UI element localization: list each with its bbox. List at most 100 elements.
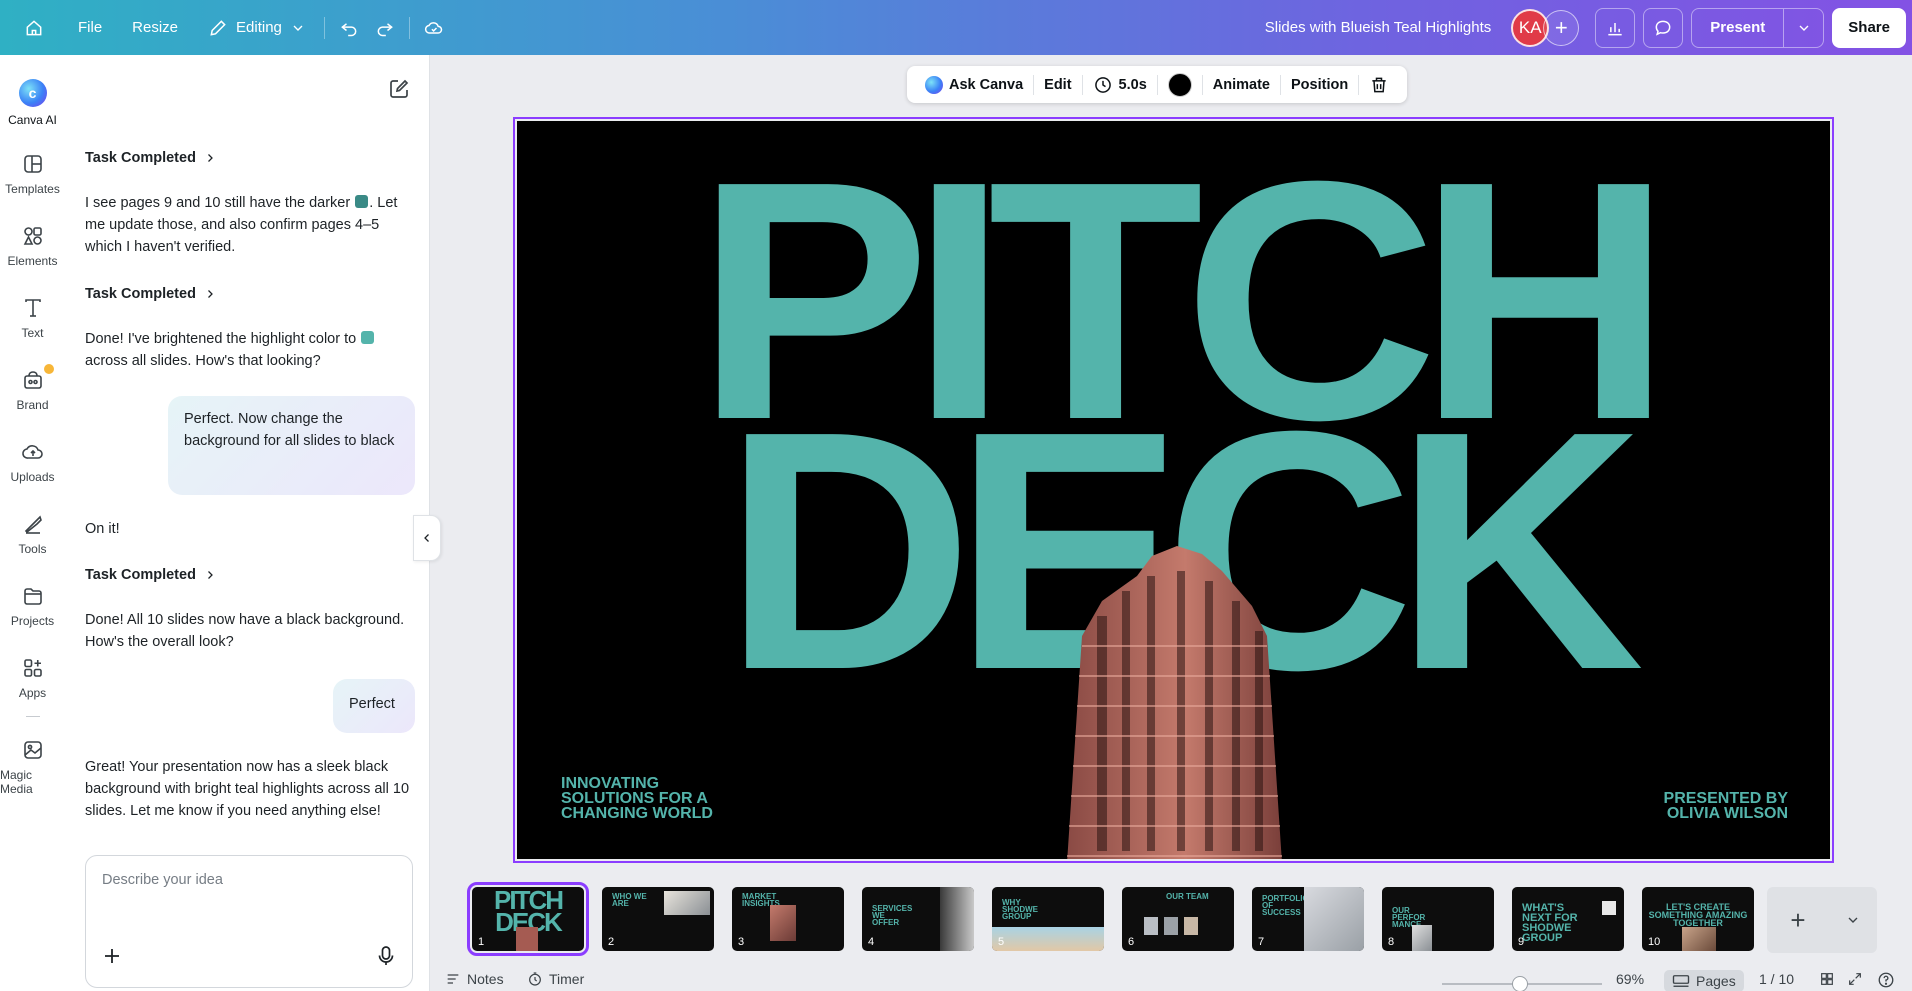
collapse-panel-button[interactable] <box>413 515 441 561</box>
page-thumbnail[interactable]: OUR PERFOR MANCE 8 <box>1382 887 1494 951</box>
prompt-input[interactable] <box>102 868 392 892</box>
grid-view-button[interactable] <box>1819 971 1835 987</box>
background-color-button[interactable] <box>1158 66 1202 103</box>
share-button[interactable]: Share <box>1832 7 1906 48</box>
rail-item-templates[interactable]: Templates <box>0 152 65 196</box>
rail-item-projects[interactable]: Projects <box>0 584 65 628</box>
task-completed-label: Task Completed <box>85 150 196 166</box>
timer-icon <box>529 972 541 986</box>
page-number: 2 <box>608 936 615 948</box>
zoom-slider-handle[interactable] <box>1512 976 1528 991</box>
fullscreen-button[interactable] <box>1847 971 1863 987</box>
help-button[interactable] <box>1877 971 1895 989</box>
present-group: Present <box>1691 7 1825 48</box>
message-text: across all slides. How's that looking? <box>85 353 321 369</box>
invite-collaborator-button[interactable]: + <box>1543 9 1580 46</box>
assistant-message: Done! I've brightened the highlight colo… <box>85 328 415 372</box>
magic-media-icon <box>23 741 42 759</box>
animate-button[interactable]: Animate <box>1203 66 1280 103</box>
editing-mode-dropdown[interactable]: Editing <box>196 10 318 46</box>
page-thumbnail[interactable]: PORTFOLIO OF SUCCESS 7 <box>1252 887 1364 951</box>
bar-chart-icon <box>1608 22 1622 35</box>
add-page-options-button[interactable] <box>1829 912 1877 928</box>
page-thumbnail[interactable]: OUR TEAM 6 <box>1122 887 1234 951</box>
duration-button[interactable]: 5.0s <box>1083 66 1157 103</box>
message-text: Perfect <box>349 696 395 712</box>
add-page-button[interactable]: + <box>1767 905 1829 936</box>
page-number: 10 <box>1648 936 1661 948</box>
cloud-save-status[interactable] <box>416 10 452 46</box>
color-swatch-bright <box>361 331 375 344</box>
file-menu[interactable]: File <box>66 10 114 46</box>
thumb-image <box>1412 925 1432 951</box>
rail-item-tools[interactable]: Tools <box>0 512 65 556</box>
document-title[interactable]: Slides with Blueish Teal Highlights <box>1265 19 1492 36</box>
page-thumbnail[interactable]: PITCH DECK 1 <box>467 882 589 956</box>
resize-button[interactable]: Resize <box>120 10 190 46</box>
timer-button[interactable]: Timer <box>527 971 584 987</box>
ask-canva-button[interactable]: Ask Canva <box>915 66 1033 103</box>
rail-item-magic-media[interactable]: Magic Media <box>0 738 65 796</box>
cloud-check-icon <box>424 21 443 34</box>
ask-canva-label: Ask Canva <box>949 76 1024 93</box>
page-number: 6 <box>1128 936 1135 948</box>
present-button[interactable]: Present <box>1692 9 1783 47</box>
new-chat-icon[interactable] <box>387 77 411 101</box>
add-attachment-icon[interactable] <box>100 944 124 968</box>
chevron-down-icon <box>293 25 303 31</box>
notes-button[interactable]: Notes <box>445 971 504 987</box>
elements-icon <box>23 227 42 245</box>
rail-item-label: Tools <box>18 542 47 556</box>
thumb-title: OUR TEAM <box>1166 892 1209 901</box>
comments-button[interactable] <box>1643 7 1684 48</box>
prompt-box <box>85 855 413 988</box>
edit-button[interactable]: Edit <box>1034 66 1081 103</box>
present-options-button[interactable] <box>1783 8 1823 47</box>
thumb-image <box>1184 917 1198 935</box>
rail-item-canva-ai[interactable]: c Canva AI <box>0 79 65 127</box>
microphone-icon[interactable] <box>376 944 396 968</box>
divider <box>323 16 325 39</box>
page-thumbnails: PITCH DECK 1 WHO WE ARE 2 MARKET INSIGHT… <box>467 882 1754 956</box>
rail-item-text[interactable]: Text <box>0 296 65 340</box>
building-image[interactable] <box>1027 546 1327 859</box>
rail-item-brand[interactable]: Brand <box>0 362 65 412</box>
chevron-right-icon <box>207 290 213 298</box>
home-button[interactable] <box>18 10 50 46</box>
page-thumbnail[interactable]: LET'S CREATE SOMETHING AMAZING TOGETHER … <box>1642 887 1754 951</box>
thumb-title: WHY SHODWE GROUP <box>1002 898 1038 921</box>
top-bar: File Resize Editing Slides with Blueish … <box>0 0 1912 55</box>
delete-button[interactable] <box>1359 66 1399 103</box>
page-thumbnail[interactable]: WHAT'S NEXT FOR SHODWE GROUP 9 <box>1512 887 1624 951</box>
task-completed-toggle[interactable]: Task Completed <box>85 147 216 169</box>
page-thumbnail[interactable]: WHY SHODWE GROUP 5 <box>992 887 1104 951</box>
page-thumbnail[interactable]: WHO WE ARE 2 <box>602 887 714 951</box>
slide-canvas[interactable]: PITCH DECK <box>517 121 1830 859</box>
pages-view-button[interactable]: Pages <box>1664 970 1744 991</box>
zoom-level[interactable]: 69% <box>1616 971 1644 987</box>
text-icon <box>24 299 41 317</box>
slide-selection-frame[interactable]: PITCH DECK <box>513 117 1834 863</box>
thumb-image <box>516 927 538 951</box>
task-completed-toggle[interactable]: Task Completed <box>85 564 216 586</box>
slide-tagline[interactable]: INNOVATING SOLUTIONS FOR A CHANGING WORL… <box>561 776 731 822</box>
task-completed-toggle[interactable]: Task Completed <box>85 283 216 305</box>
rail-item-elements[interactable]: Elements <box>0 224 65 268</box>
insights-button[interactable] <box>1595 7 1636 48</box>
position-button[interactable]: Position <box>1281 66 1358 103</box>
rail-item-label: Projects <box>10 614 55 628</box>
undo-button[interactable] <box>331 10 367 46</box>
notes-icon <box>447 974 459 984</box>
redo-button[interactable] <box>367 10 403 46</box>
plus-icon: + <box>1790 904 1806 935</box>
page-thumbnail[interactable]: SERVICES WE OFFER 4 <box>862 887 974 951</box>
tools-icon <box>24 515 42 534</box>
notes-label: Notes <box>467 971 504 987</box>
edit-label: Edit <box>1044 76 1072 93</box>
page-number: 7 <box>1258 936 1265 948</box>
rail-item-uploads[interactable]: Uploads <box>0 440 65 484</box>
page-thumbnail[interactable]: MARKET INSIGHTS 3 <box>732 887 844 951</box>
task-completed-label: Task Completed <box>85 567 196 583</box>
slide-presenter[interactable]: PRESENTED BY OLIVIA WILSON <box>1658 791 1788 822</box>
rail-item-apps[interactable]: Apps <box>0 656 65 700</box>
